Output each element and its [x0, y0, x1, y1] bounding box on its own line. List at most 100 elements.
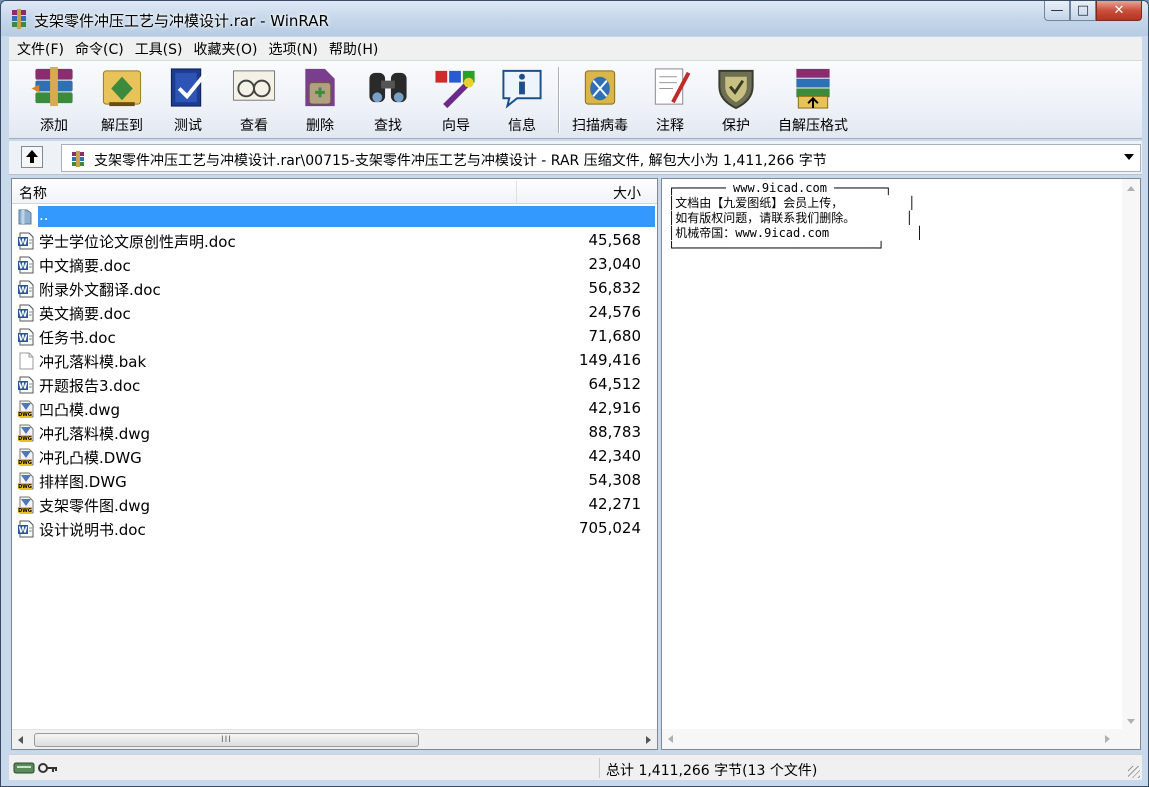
svg-text:DWG: DWG — [18, 460, 32, 466]
test-button[interactable]: 测试 — [153, 65, 223, 135]
view-label: 查看 — [240, 118, 268, 134]
parent-folder-icon — [17, 208, 35, 226]
status-bar: 总计 1,411,266 字节(13 个文件) — [9, 754, 1142, 780]
svg-text:W: W — [19, 262, 28, 271]
file-name: 排样图.DWG — [39, 473, 127, 491]
view-button[interactable]: 查看 — [219, 65, 289, 135]
scroll-left-icon[interactable] — [18, 736, 23, 744]
svg-text:DWG: DWG — [18, 436, 32, 442]
bak-file-icon — [17, 352, 35, 370]
dwg-file-icon: DWG — [17, 424, 35, 442]
add-button[interactable]: 添加 — [19, 65, 89, 135]
scroll-right-icon[interactable] — [1105, 735, 1110, 743]
extract-to-label: 解压到 — [101, 118, 143, 134]
extract-to-button[interactable]: 解压到 — [87, 65, 157, 135]
doc-file-icon: W — [17, 304, 35, 322]
wizard-icon — [435, 70, 475, 109]
test-label: 测试 — [174, 118, 202, 134]
file-row[interactable]: DWG 冲孔落料模.dwg 88,783 — [12, 421, 657, 445]
column-header-size[interactable]: 大小 — [613, 183, 641, 203]
svg-text:W: W — [19, 526, 28, 535]
find-button[interactable]: 查找 — [353, 65, 423, 135]
svg-text:W: W — [19, 310, 28, 319]
menu-favorites[interactable]: 收藏夹(O) — [190, 39, 265, 59]
minimize-button[interactable]: — — [1044, 1, 1070, 21]
column-header-name[interactable]: 名称 — [19, 183, 47, 203]
file-row[interactable]: DWG 排样图.DWG 54,308 — [12, 469, 657, 493]
file-row[interactable]: W 设计说明书.doc 705,024 — [12, 517, 657, 541]
menu-tools[interactable]: 工具(S) — [131, 39, 190, 59]
file-row[interactable]: W 学士学位论文原创性声明.doc 45,568 — [12, 229, 657, 253]
menu-file[interactable]: 文件(F) — [13, 39, 71, 59]
file-size: 42,340 — [588, 447, 642, 465]
file-row[interactable]: 冲孔落料模.bak 149,416 — [12, 349, 657, 373]
svg-text:W: W — [19, 286, 28, 295]
close-button[interactable]: ✕ — [1096, 1, 1142, 21]
chevron-down-icon[interactable] — [1124, 154, 1134, 160]
file-name: 英文摘要.doc — [39, 305, 131, 323]
address-bar: 支架零件冲压工艺与冲模设计.rar\00715-支架零件冲压工艺与冲模设计 - … — [9, 141, 1142, 175]
comment-pane[interactable]: ┌─────── www.9icad.com ───────┐ │文档由【九爱图… — [661, 178, 1141, 750]
dwg-file-icon: DWG — [17, 496, 35, 514]
scroll-thumb[interactable]: III — [34, 733, 419, 747]
status-total: 总计 1,411,266 字节(13 个文件) — [606, 763, 818, 779]
menu-commands[interactable]: 命令(C) — [71, 39, 131, 59]
svg-text:DWG: DWG — [18, 484, 32, 490]
file-list[interactable]: 名称 大小 .. W 学士学位论文原创性声明.doc 45,568 W 中文摘要.doc 2… — [11, 178, 658, 750]
file-row[interactable]: DWG 冲孔凸模.DWG 42,340 — [12, 445, 657, 469]
file-row[interactable]: W 附录外文翻译.doc 56,832 — [12, 277, 657, 301]
delete-button[interactable]: 删除 — [285, 65, 355, 135]
file-name: 学士学位论文原创性声明.doc — [39, 233, 236, 251]
wizard-button[interactable]: 向导 — [421, 65, 491, 135]
file-name: .. — [38, 206, 655, 227]
scroll-up-icon[interactable] — [1127, 186, 1135, 191]
file-size: 88,783 — [588, 423, 642, 441]
comment-horizontal-scrollbar[interactable] — [662, 729, 1140, 749]
file-name: 中文摘要.doc — [39, 257, 131, 275]
menu-bar: 文件(F) 命令(C) 工具(S) 收藏夹(O) 选项(N) 帮助(H) — [9, 37, 1142, 61]
file-size: 42,271 — [588, 495, 642, 513]
file-row[interactable]: W 任务书.doc 71,680 — [12, 325, 657, 349]
file-row[interactable]: DWG 支架零件图.dwg 42,271 — [12, 493, 657, 517]
list-header: 名称 大小 — [12, 179, 657, 204]
up-folder-button[interactable] — [21, 146, 43, 168]
dwg-file-icon: DWG — [17, 472, 35, 490]
address-field[interactable]: 支架零件冲压工艺与冲模设计.rar\00715-支架零件冲压工艺与冲模设计 - … — [61, 144, 1141, 172]
file-row[interactable]: W 中文摘要.doc 23,040 — [12, 253, 657, 277]
info-button[interactable]: 信息 — [487, 65, 557, 135]
title-bar[interactable]: 支架零件冲压工艺与冲模设计.rar - WinRAR — □ ✕ — [1, 1, 1148, 36]
vertical-scrollbar[interactable] — [1122, 179, 1140, 731]
file-name: 冲孔凸模.DWG — [39, 449, 142, 467]
file-name: 支架零件图.dwg — [39, 497, 151, 515]
scroll-left-icon[interactable] — [668, 735, 673, 743]
doc-file-icon: W — [17, 520, 35, 538]
file-size: 71,680 — [588, 327, 642, 345]
scroll-right-icon[interactable] — [646, 736, 651, 744]
virus-scan-button[interactable]: 扫描病毒 — [565, 65, 635, 135]
horizontal-scrollbar[interactable]: III — [12, 729, 657, 749]
file-rows: .. W 学士学位论文原创性声明.doc 45,568 W 中文摘要.doc 23,040 W… — [12, 205, 657, 541]
find-label: 查找 — [374, 118, 402, 134]
winrar-app-icon — [12, 9, 26, 29]
file-row[interactable]: W 英文摘要.doc 24,576 — [12, 301, 657, 325]
column-divider[interactable] — [516, 181, 517, 203]
protect-button[interactable]: 保护 — [701, 65, 771, 135]
comment-button[interactable]: 注释 — [635, 65, 705, 135]
virus-scan-icon — [584, 70, 616, 105]
scroll-down-icon[interactable] — [1127, 719, 1135, 724]
resize-grip[interactable] — [1128, 766, 1140, 778]
file-row[interactable]: DWG 凹凸模.dwg 42,916 — [12, 397, 657, 421]
doc-file-icon: W — [17, 280, 35, 298]
file-row[interactable]: W 开题报告3.doc 64,512 — [12, 373, 657, 397]
menu-help[interactable]: 帮助(H) — [325, 39, 385, 59]
menu-options[interactable]: 选项(N) — [264, 39, 324, 59]
file-name: 开题报告3.doc — [39, 377, 141, 395]
file-row[interactable]: .. — [12, 205, 657, 229]
find-icon — [369, 72, 407, 103]
maximize-button[interactable]: □ — [1070, 1, 1096, 21]
add-icon — [31, 66, 73, 107]
dwg-file-icon: DWG — [17, 400, 35, 418]
svg-text:W: W — [19, 382, 28, 391]
sfx-button[interactable]: 自解压格式 — [771, 65, 855, 135]
drive-key-icon[interactable] — [13, 760, 59, 776]
